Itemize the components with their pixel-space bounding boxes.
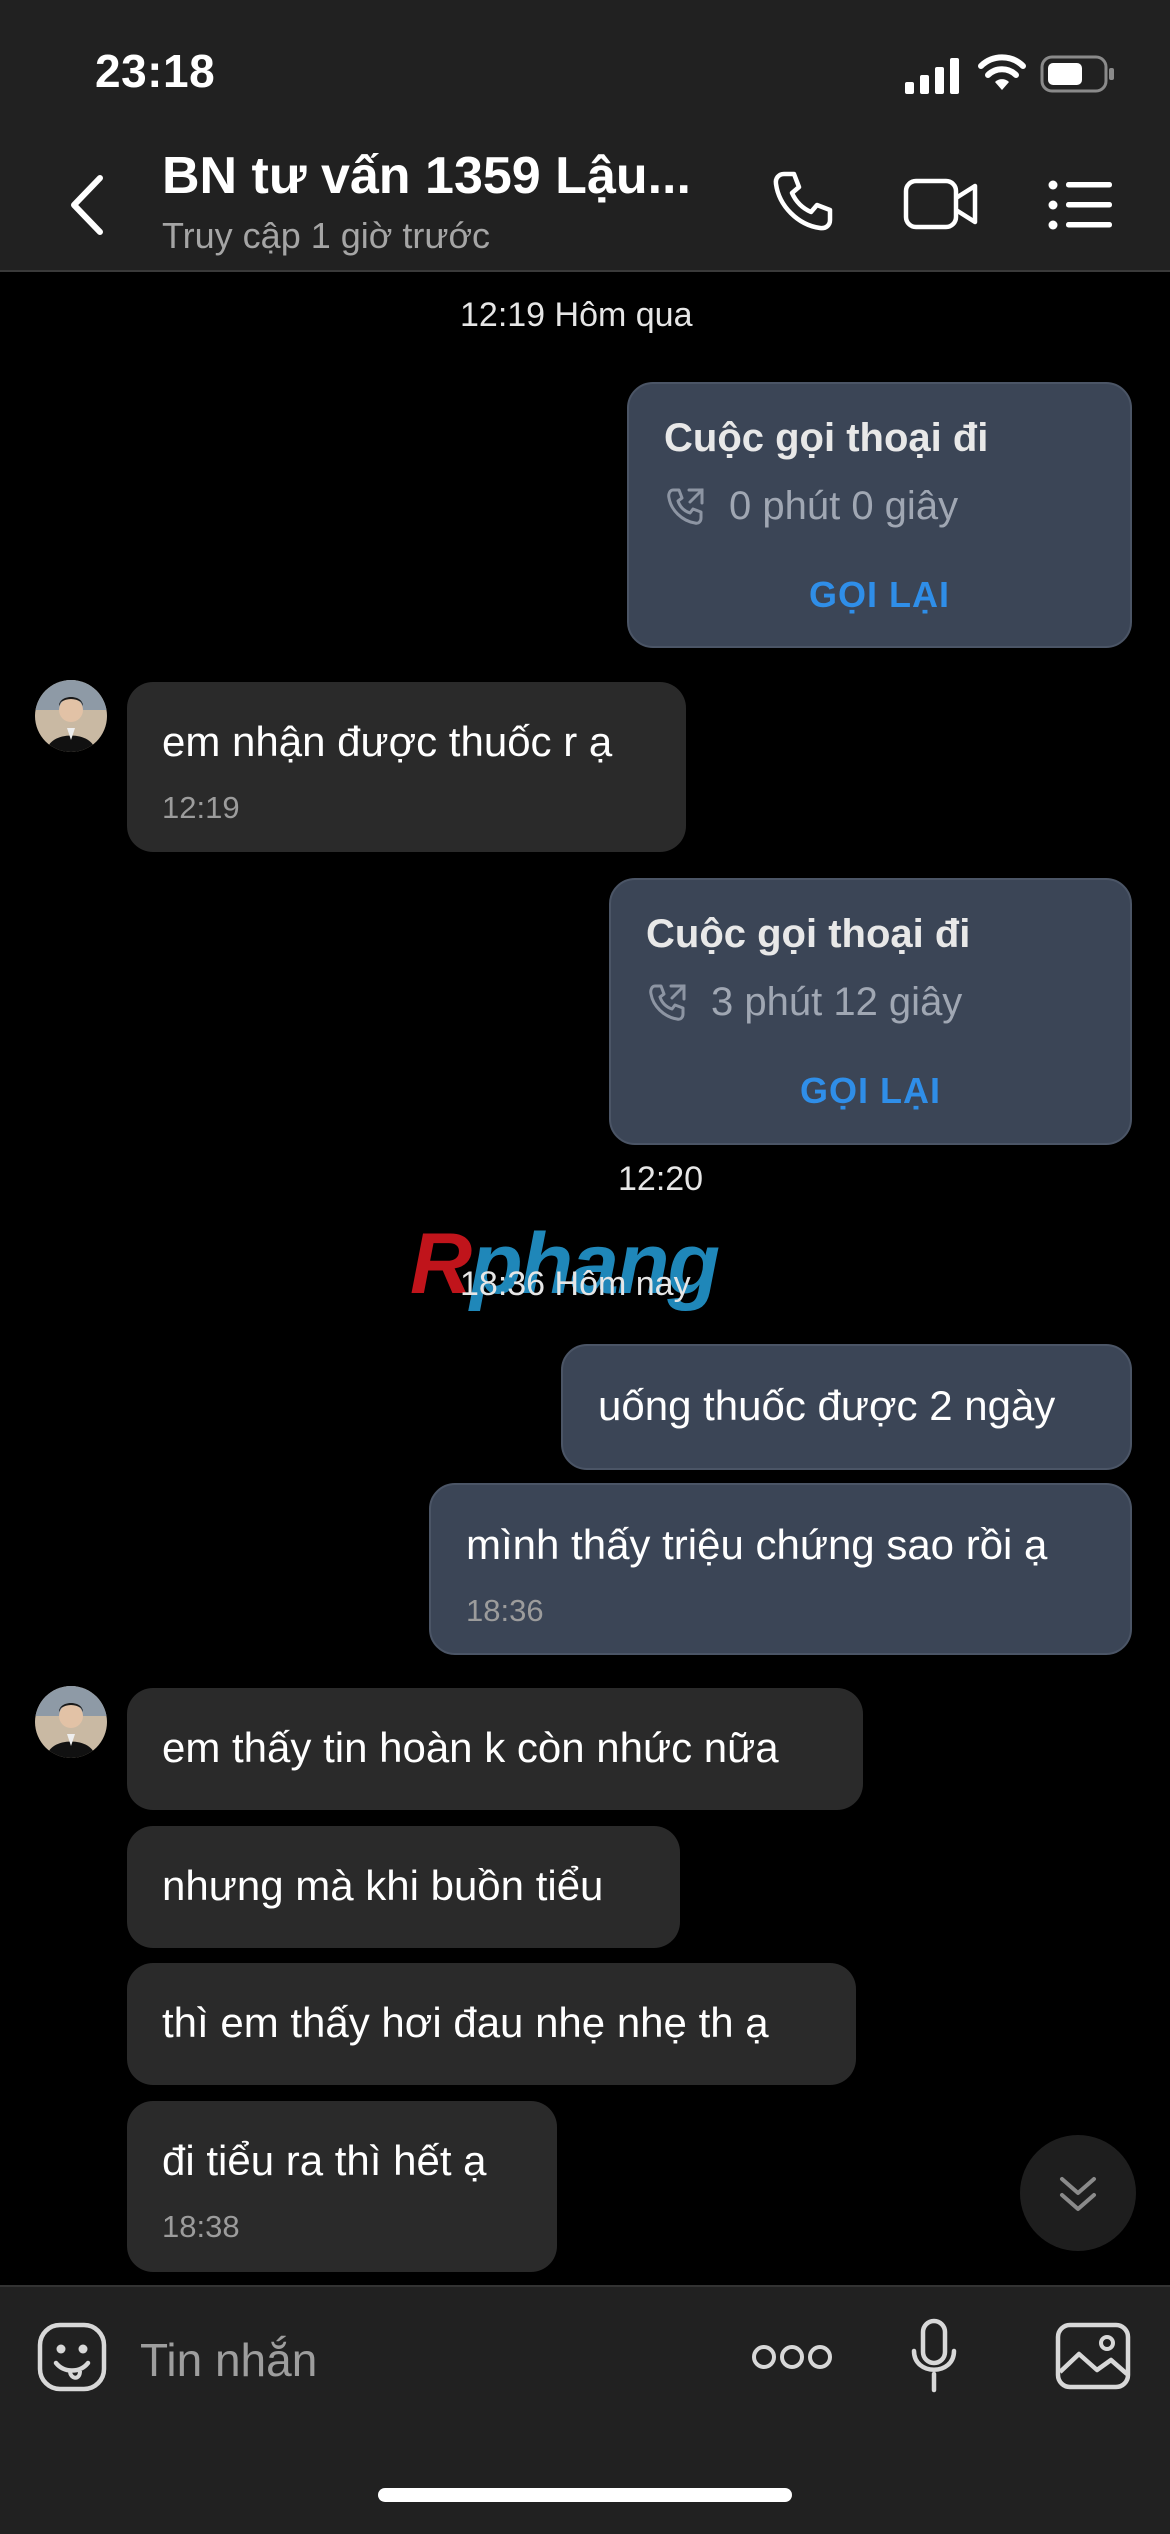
message-time: 12:20 bbox=[618, 1160, 704, 1198]
home-indicator bbox=[378, 2488, 792, 2502]
video-call-icon[interactable] bbox=[903, 176, 979, 232]
phone-call-icon[interactable] bbox=[770, 168, 836, 234]
image-gallery-icon[interactable] bbox=[1055, 2322, 1131, 2390]
call-log-bubble[interactable]: Cuộc gọi thoại đi 0 phút 0 giây GỌI LẠI bbox=[627, 382, 1132, 648]
double-chevron-down-icon bbox=[1060, 2177, 1096, 2211]
status-time: 23:18 bbox=[95, 45, 216, 97]
message-text: nhưng mà khi buồn tiểu bbox=[162, 1862, 604, 1909]
date-separator: 12:19 Hôm qua bbox=[460, 296, 693, 334]
incoming-message[interactable]: nhưng mà khi buồn tiểu bbox=[127, 1826, 680, 1948]
incoming-message[interactable]: thì em thấy hơi đau nhẹ nhẹ th ạ bbox=[127, 1963, 856, 2085]
call-log-title: Cuộc gọi thoại đi bbox=[646, 912, 971, 956]
outgoing-message[interactable]: uống thuốc được 2 ngày bbox=[561, 1344, 1132, 1470]
outgoing-call-icon bbox=[667, 488, 704, 525]
call-log-bubble[interactable]: Cuộc gọi thoại đi 3 phút 12 giây GỌI LẠI bbox=[609, 878, 1132, 1145]
message-text: đi tiểu ra thì hết ạ bbox=[162, 2137, 487, 2184]
message-text: em thấy tin hoàn k còn nhức nữa bbox=[162, 1724, 779, 1771]
more-options-icon[interactable] bbox=[750, 2341, 834, 2373]
incoming-message[interactable]: đi tiểu ra thì hết ạ 18:38 bbox=[127, 2101, 557, 2272]
call-back-button[interactable]: GỌI LẠI bbox=[629, 574, 1130, 616]
call-duration: 3 phút 12 giây bbox=[711, 980, 963, 1024]
battery-icon bbox=[1040, 55, 1114, 93]
message-text: thì em thấy hơi đau nhẹ nhẹ th ạ bbox=[162, 1999, 769, 2046]
message-text: uống thuốc được 2 ngày bbox=[598, 1382, 1056, 1429]
microphone-icon[interactable] bbox=[909, 2318, 959, 2394]
incoming-message[interactable]: em thấy tin hoàn k còn nhức nữa bbox=[127, 1688, 863, 1810]
wifi-icon bbox=[978, 54, 1026, 90]
back-arrow-icon[interactable] bbox=[60, 170, 120, 240]
cellular-signal-icon bbox=[905, 58, 959, 94]
message-text: em nhận được thuốc r ạ bbox=[162, 718, 613, 765]
message-time: 18:38 bbox=[162, 2209, 240, 2244]
menu-list-icon[interactable] bbox=[1048, 180, 1112, 230]
avatar[interactable] bbox=[35, 680, 107, 752]
message-input[interactable]: Tin nhắn bbox=[140, 2333, 317, 2387]
date-separator: 18:36 Hôm nay bbox=[460, 1265, 691, 1303]
avatar[interactable] bbox=[35, 1686, 107, 1758]
last-seen-status: Truy cập 1 giờ trước bbox=[162, 215, 491, 256]
call-log-title: Cuộc gọi thoại đi bbox=[664, 416, 989, 460]
chat-title[interactable]: BN tư vấn 1359 Lậu... bbox=[162, 146, 691, 206]
incoming-message[interactable]: em nhận được thuốc r ạ 12:19 bbox=[127, 682, 686, 852]
scroll-to-bottom-button[interactable] bbox=[1020, 2135, 1136, 2251]
message-text: mình thấy triệu chứng sao rồi ạ bbox=[466, 1521, 1048, 1568]
sticker-emoji-icon[interactable] bbox=[36, 2321, 108, 2393]
message-time: 12:19 bbox=[162, 790, 240, 825]
call-back-button[interactable]: GỌI LẠI bbox=[611, 1070, 1130, 1112]
message-time: 18:36 bbox=[466, 1593, 544, 1628]
outgoing-call-icon bbox=[649, 984, 686, 1021]
call-duration: 0 phút 0 giây bbox=[729, 484, 959, 528]
outgoing-message[interactable]: mình thấy triệu chứng sao rồi ạ 18:36 bbox=[429, 1483, 1132, 1655]
